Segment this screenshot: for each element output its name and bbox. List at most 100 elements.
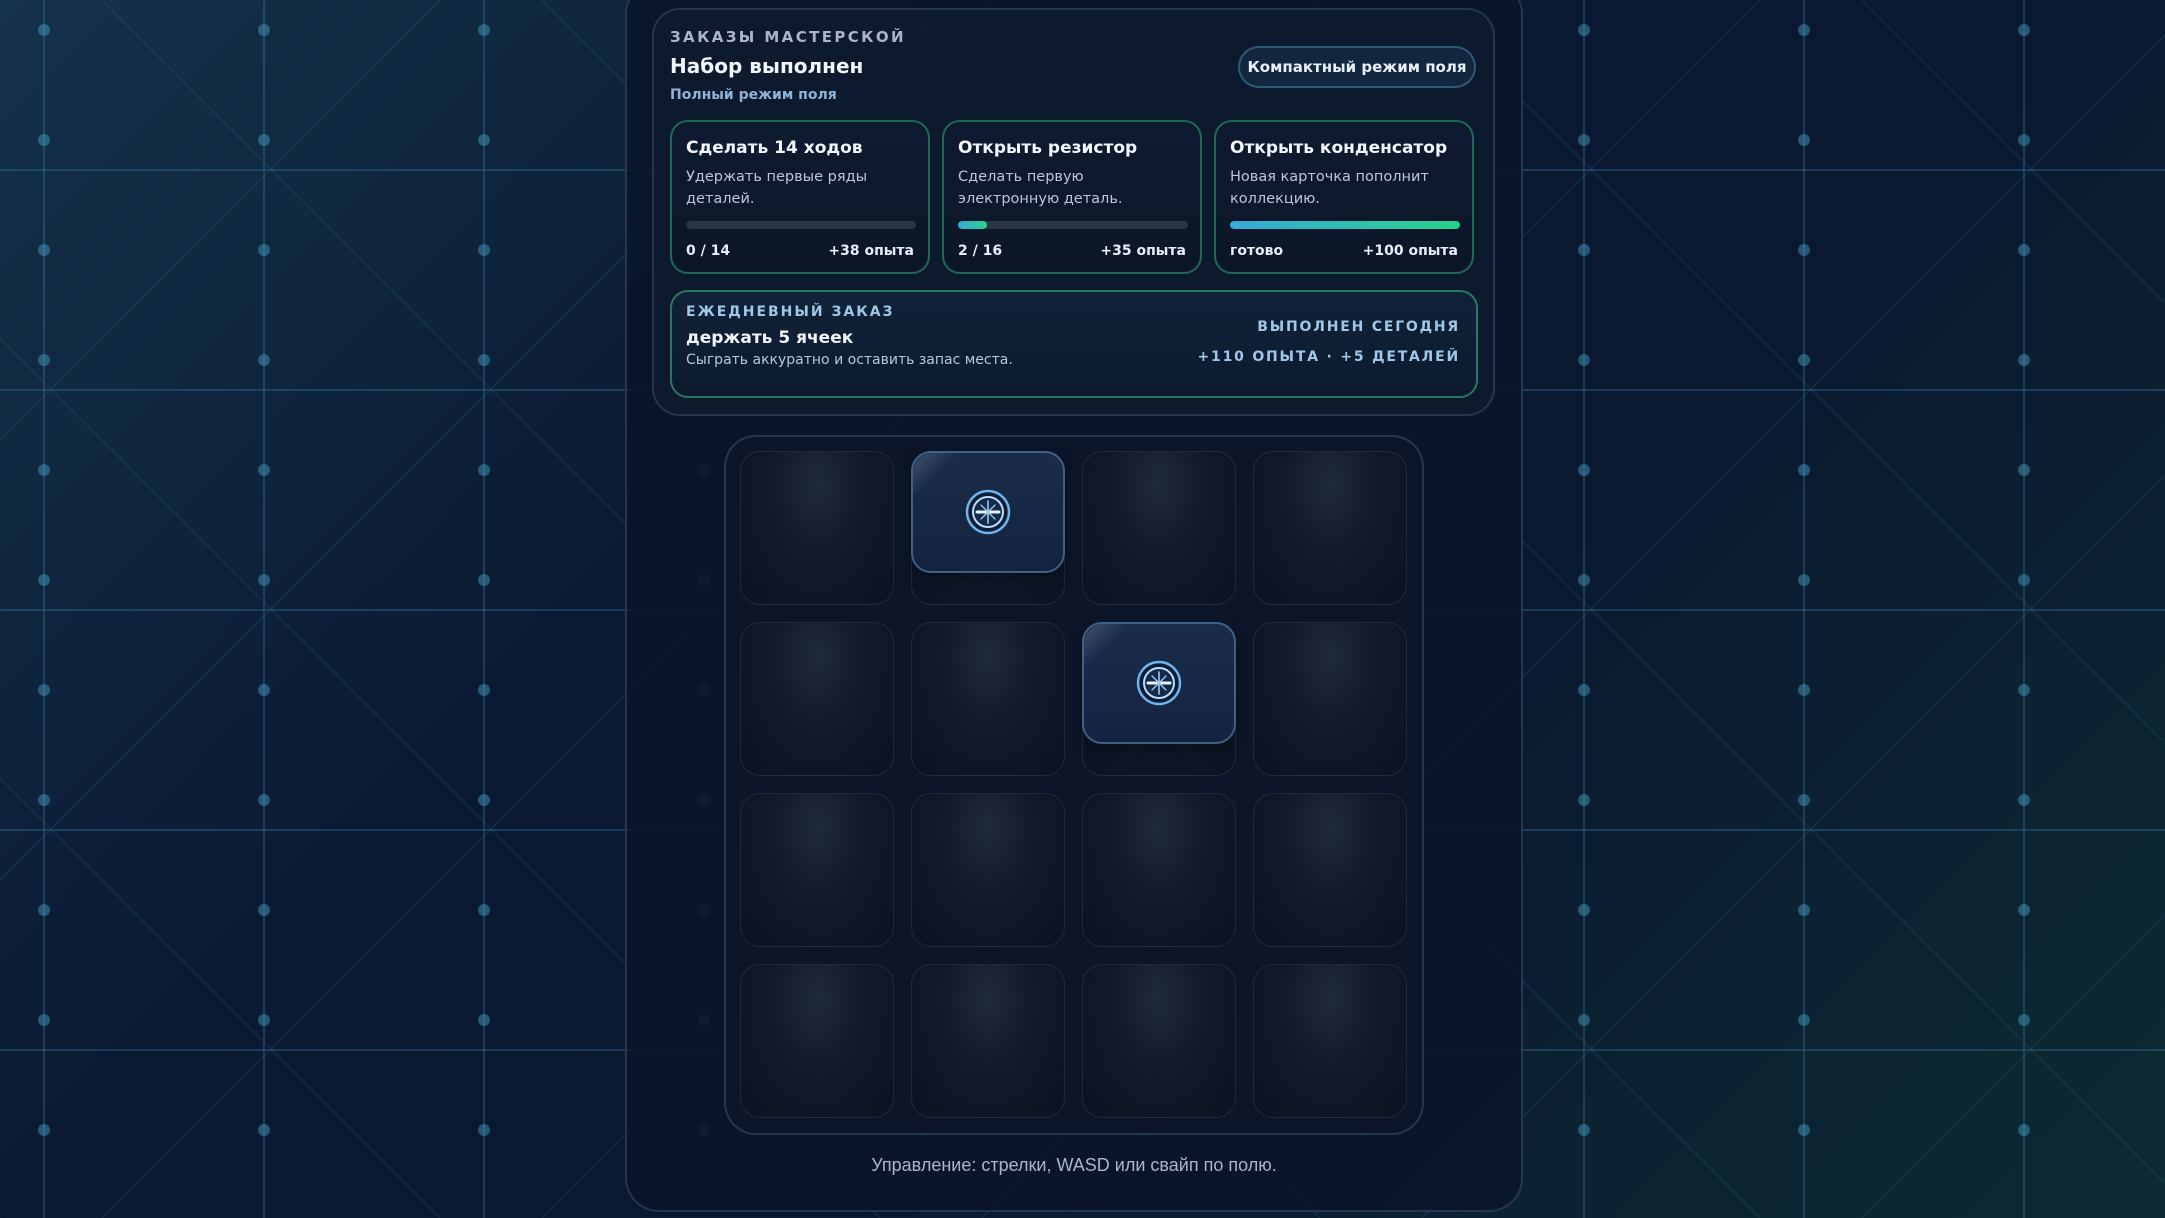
grid-node-dot <box>1578 24 1590 36</box>
board-cell <box>1253 451 1407 605</box>
board-cell <box>1082 451 1236 605</box>
grid-node-dot <box>258 244 270 256</box>
grid-node-dot <box>1798 244 1810 256</box>
grid-node-dot <box>1798 904 1810 916</box>
grid-node-dot <box>2018 1014 2030 1026</box>
order-progress-text: готово <box>1230 243 1284 259</box>
grid-node-dot <box>478 1124 490 1136</box>
order-reward-text: +100 опыта <box>1362 243 1458 259</box>
grid-node-dot <box>1578 134 1590 146</box>
grid-node-dot <box>258 574 270 586</box>
grid-node-dot <box>258 354 270 366</box>
grid-node-dot <box>1578 904 1590 916</box>
grid-node-dot <box>1578 794 1590 806</box>
tile-gloss <box>1084 624 1124 664</box>
board-cell <box>1082 793 1236 947</box>
screw-part-icon <box>965 489 1011 535</box>
grid-node-dot <box>258 134 270 146</box>
order-card-title: Сделать 14 ходов <box>686 138 863 158</box>
grid-node-dot <box>478 684 490 696</box>
order-progress-fill <box>958 221 987 229</box>
order-progress-text: 2 / 16 <box>958 243 1003 259</box>
game-board[interactable] <box>724 435 1424 1135</box>
daily-order-description: Сыграть аккуратно и оставить запас места… <box>686 352 1013 368</box>
grid-node-dot <box>38 464 50 476</box>
grid-node-dot <box>1798 684 1810 696</box>
grid-node-dot <box>1578 244 1590 256</box>
grid-node-dot <box>478 24 490 36</box>
board-cell <box>740 451 894 605</box>
order-card-description: Удержать первые ряды деталей. <box>686 169 868 207</box>
grid-node-dot <box>38 794 50 806</box>
grid-node-dot <box>38 134 50 146</box>
tile-gloss <box>913 453 953 493</box>
board-cell <box>911 793 1065 947</box>
grid-node-dot <box>478 464 490 476</box>
board-cell <box>1253 793 1407 947</box>
grid-node-dot <box>258 1014 270 1026</box>
order-reward-text: +38 опыта <box>828 243 914 259</box>
grid-node-dot <box>1798 1014 1810 1026</box>
board-cell <box>911 622 1065 776</box>
grid-node-dot <box>2018 464 2030 476</box>
grid-node-dot <box>258 1124 270 1136</box>
grid-node-dot <box>478 1014 490 1026</box>
board-cell <box>740 622 894 776</box>
order-card-moves: Сделать 14 ходов Удержать первые ряды де… <box>670 120 930 274</box>
grid-node-dot <box>1798 354 1810 366</box>
grid-node-dot <box>478 904 490 916</box>
grid-node-dot <box>1578 1014 1590 1026</box>
daily-order-eyebrow: ЕЖЕДНЕВНЫЙ ЗАКАЗ <box>686 304 895 320</box>
orders-title: Набор выполнен <box>670 54 864 78</box>
order-progress-text: 0 / 14 <box>686 243 731 259</box>
grid-node-dot <box>2018 794 2030 806</box>
grid-node-dot <box>2018 684 2030 696</box>
board-cell <box>1082 964 1236 1118</box>
order-card-resistor: Открыть резистор Сделать первую электрон… <box>942 120 1202 274</box>
grid-node-dot <box>2018 244 2030 256</box>
controls-hint: Управление: стрелки, WASD или свайп по п… <box>871 1155 1277 1175</box>
board-tile[interactable] <box>1082 622 1236 744</box>
grid-node-dot <box>1798 464 1810 476</box>
grid-node-dot <box>1578 1124 1590 1136</box>
grid-node-dot <box>1798 1124 1810 1136</box>
grid-node-dot <box>1798 134 1810 146</box>
grid-node-dot <box>38 1124 50 1136</box>
grid-node-dot <box>478 574 490 586</box>
grid-node-dot <box>1578 464 1590 476</box>
grid-node-dot <box>38 904 50 916</box>
grid-node-dot <box>2018 574 2030 586</box>
grid-node-dot <box>478 244 490 256</box>
field-mode-caption: Полный режим поля <box>670 87 837 103</box>
order-card-capacitor: Открыть конденсатор Новая карточка попол… <box>1214 120 1474 274</box>
order-card-title: Открыть конденсатор <box>1230 138 1448 158</box>
order-progress-track <box>686 221 916 229</box>
daily-order-title: держать 5 ячеек <box>686 328 854 348</box>
orders-eyebrow: ЗАКАЗЫ МАСТЕРСКОЙ <box>670 28 906 46</box>
grid-node-dot <box>258 464 270 476</box>
grid-node-dot <box>38 684 50 696</box>
daily-order-status: ВЫПОЛНЕН СЕГОДНЯ <box>1257 319 1460 335</box>
grid-node-dot <box>38 1014 50 1026</box>
board-cell <box>740 964 894 1118</box>
grid-node-dot <box>1578 574 1590 586</box>
daily-order-card: ЕЖЕДНЕВНЫЙ ЗАКАЗ держать 5 ячеек Сыграть… <box>670 290 1478 398</box>
grid-node-dot <box>258 904 270 916</box>
daily-order-reward: +110 ОПЫТА · +5 ДЕТАЛЕЙ <box>1197 349 1460 365</box>
order-card-title: Открыть резистор <box>958 138 1138 158</box>
grid-node-dot <box>1798 574 1810 586</box>
order-reward-text: +35 опыта <box>1100 243 1186 259</box>
order-progress-track <box>958 221 1188 229</box>
board-cell <box>1253 964 1407 1118</box>
compact-mode-button[interactable]: Компактный режим поля <box>1238 46 1476 88</box>
grid-node-dot <box>2018 354 2030 366</box>
grid-node-dot <box>38 244 50 256</box>
order-progress-fill <box>1230 221 1460 229</box>
board-cell <box>740 793 894 947</box>
grid-node-dot <box>2018 1124 2030 1136</box>
grid-node-dot <box>478 354 490 366</box>
board-tile[interactable] <box>911 451 1065 573</box>
grid-node-dot <box>478 134 490 146</box>
grid-node-dot <box>38 24 50 36</box>
grid-node-dot <box>38 574 50 586</box>
